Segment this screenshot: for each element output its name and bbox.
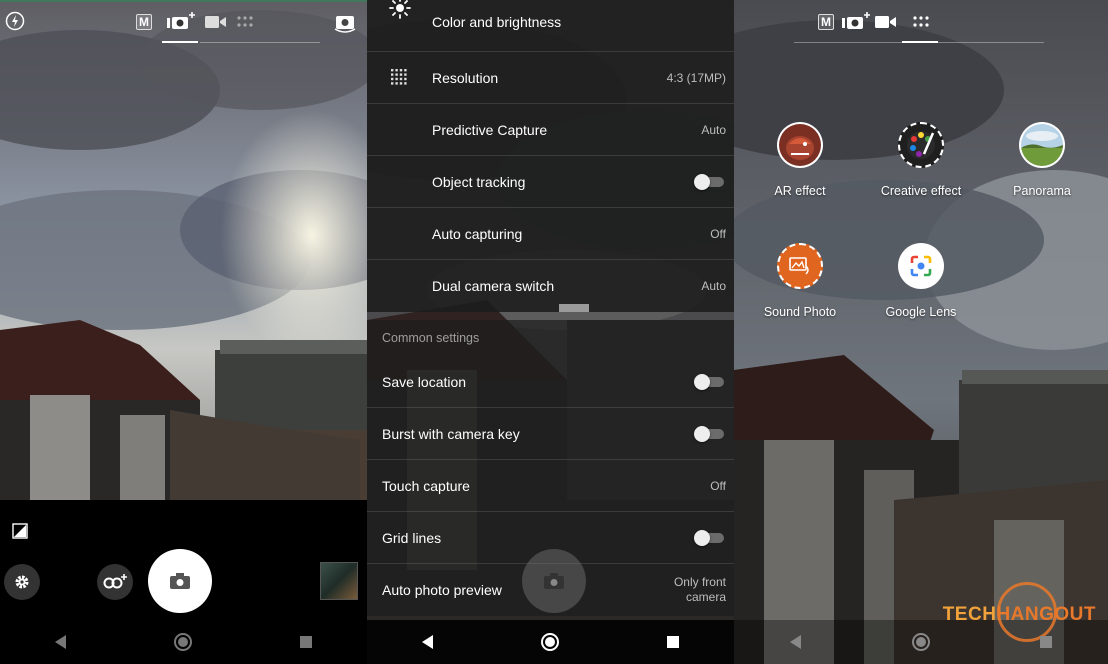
mode-label: AR effect <box>774 184 826 198</box>
mode-divider <box>794 42 1044 43</box>
mode-creative-effect[interactable]: Creative effect <box>866 122 976 198</box>
video-plus-icon <box>103 574 127 589</box>
predictive-capture-value: Auto <box>701 122 726 137</box>
common-settings-heading: Common settings <box>382 331 480 345</box>
switch-camera-icon[interactable] <box>333 11 357 33</box>
manual-mode-label: M <box>818 14 834 30</box>
sound-photo-icon <box>777 243 823 289</box>
nav-bar <box>367 620 734 664</box>
camera-viewfinder-panel: M <box>0 0 367 664</box>
recents-icon[interactable] <box>661 630 685 654</box>
manual-mode-tab[interactable]: M <box>818 14 834 30</box>
mode-ar-effect[interactable]: AR effect <box>745 122 855 198</box>
scroll-indicator <box>559 304 589 312</box>
camera-icon <box>170 573 190 589</box>
photo-mode-icon[interactable] <box>167 12 195 32</box>
auto-capturing-value: Off <box>710 226 726 241</box>
save-location-toggle[interactable] <box>694 373 726 390</box>
home-icon[interactable] <box>171 630 195 654</box>
more-modes-icon[interactable] <box>237 16 253 28</box>
settings-row-label: Color and brightness <box>432 14 562 30</box>
nav-bar <box>0 620 367 664</box>
settings-row-label: Resolution <box>432 69 499 86</box>
gallery-thumbnail[interactable] <box>320 562 358 600</box>
settings-row-label: Predictive Capture <box>432 121 548 138</box>
settings-row-label: Dual camera switch <box>432 278 555 294</box>
brightness-icon <box>389 0 411 19</box>
settings-row-color-brightness[interactable]: Color and brightness <box>367 0 734 52</box>
resolution-value: 4:3 (17MP) <box>666 70 726 85</box>
toggle-knob <box>694 425 710 442</box>
object-tracking-toggle[interactable] <box>694 173 726 190</box>
grid-dots-icon <box>391 69 407 85</box>
settings-row-label: Burst with camera key <box>382 425 520 442</box>
ar-effect-icon <box>777 122 823 168</box>
grid-lines-toggle[interactable] <box>694 529 726 546</box>
home-icon[interactable] <box>909 630 933 654</box>
settings-row-label: Auto capturing <box>432 225 523 242</box>
settings-row-resolution[interactable]: Resolution 4:3 (17MP) <box>367 52 734 104</box>
mode-label: Sound Photo <box>763 305 837 319</box>
mode-label: Creative effect <box>880 184 962 198</box>
creative-effect-icon <box>898 122 944 168</box>
mode-panorama[interactable]: Panorama <box>987 122 1097 198</box>
settings-row-touch-capture[interactable]: Touch capture Off <box>367 460 734 512</box>
toggle-knob <box>694 373 710 390</box>
settings-row-label: Object tracking <box>432 173 526 190</box>
toggle-knob <box>694 173 710 190</box>
nav-bar <box>734 620 1108 664</box>
shutter-button[interactable] <box>148 549 212 613</box>
panorama-icon <box>1019 122 1065 168</box>
google-lens-icon <box>898 243 944 289</box>
mode-settings-list: Color and brightness Resolution 4:3 (17M… <box>367 0 734 312</box>
video-record-button[interactable] <box>97 564 133 600</box>
camera-modes-panel: M AR effect Creative effect Panorama Sou… <box>734 0 1108 664</box>
settings-row-predictive-capture[interactable]: Predictive Capture Auto <box>367 104 734 156</box>
burst-toggle[interactable] <box>694 425 726 442</box>
exposure-icon[interactable] <box>12 523 28 539</box>
settings-row-label: Touch capture <box>382 477 470 494</box>
more-modes-icon[interactable] <box>913 16 929 28</box>
gear-icon <box>15 575 29 589</box>
active-mode-indicator <box>162 41 198 43</box>
dual-camera-switch-value: Auto <box>701 279 726 293</box>
screenshot-collage: M Color and brightness Resolution 4:3 (1… <box>0 0 1108 664</box>
mode-google-lens[interactable]: Google Lens <box>866 243 976 319</box>
settings-row-dual-camera-switch[interactable]: Dual camera switch Auto <box>367 260 734 312</box>
camera-icon <box>544 573 564 589</box>
auto-photo-preview-value: Only front camera <box>673 575 726 604</box>
back-icon[interactable] <box>784 630 808 654</box>
settings-row-label: Auto photo preview <box>382 582 502 598</box>
settings-row-object-tracking[interactable]: Object tracking <box>367 156 734 208</box>
recents-icon[interactable] <box>1034 630 1058 654</box>
back-icon[interactable] <box>416 630 440 654</box>
back-icon[interactable] <box>49 630 73 654</box>
photo-mode-icon[interactable] <box>842 12 870 32</box>
camera-settings-panel: Color and brightness Resolution 4:3 (17M… <box>367 0 734 664</box>
manual-mode-label: M <box>136 14 152 30</box>
settings-row-burst[interactable]: Burst with camera key <box>367 408 734 460</box>
recents-icon[interactable] <box>294 630 318 654</box>
flash-auto-icon[interactable] <box>5 11 25 31</box>
dimmed-shutter-button <box>522 549 586 613</box>
mode-divider <box>200 42 320 43</box>
mode-label: Google Lens <box>885 305 957 319</box>
status-line <box>0 0 367 2</box>
modes-scene <box>734 0 1108 664</box>
settings-row-save-location[interactable]: Save location <box>367 356 734 408</box>
video-mode-icon[interactable] <box>875 14 897 30</box>
mode-sound-photo[interactable]: Sound Photo <box>745 243 855 319</box>
toggle-knob <box>694 529 710 546</box>
settings-row-auto-capturing[interactable]: Auto capturing Off <box>367 208 734 260</box>
settings-button[interactable] <box>4 564 40 600</box>
settings-row-label: Save location <box>382 373 467 390</box>
video-mode-icon[interactable] <box>205 14 227 30</box>
home-icon[interactable] <box>538 630 562 654</box>
manual-mode-tab[interactable]: M <box>136 14 152 30</box>
settings-row-label: Grid lines <box>382 529 442 546</box>
mode-label: Panorama <box>1013 184 1071 198</box>
touch-capture-value: Off <box>710 478 726 493</box>
